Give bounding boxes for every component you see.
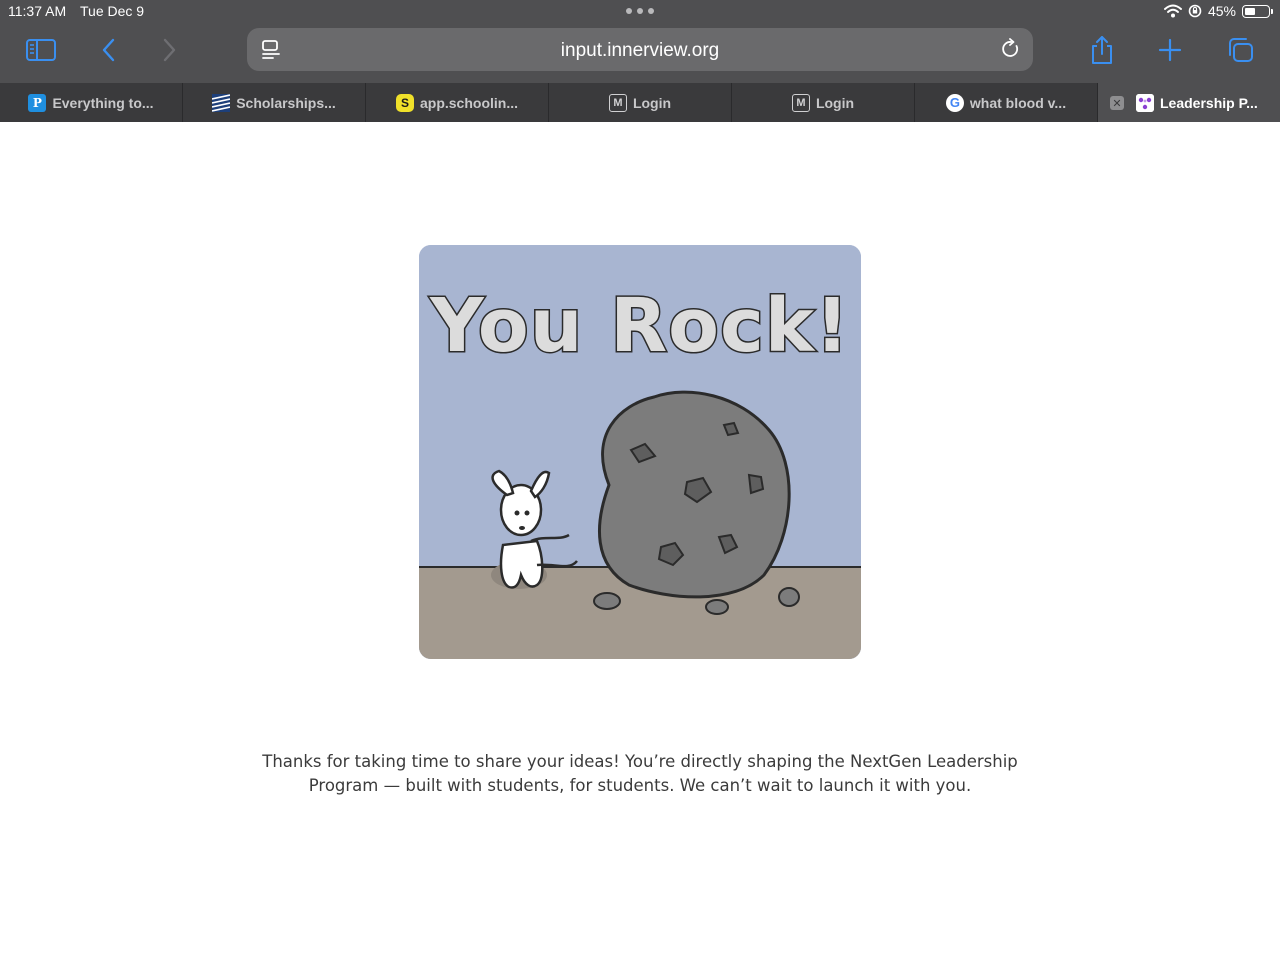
- tab-label: Login: [815, 94, 855, 111]
- tab-bar: P Everything to... Scholarships... S app…: [0, 83, 1280, 122]
- m-icon: M: [791, 93, 810, 112]
- browser-toolbar: input.innerview.org: [0, 24, 1280, 83]
- tab-leadership[interactable]: ✕ Leadership P...: [1098, 83, 1280, 122]
- url-text[interactable]: input.innerview.org: [247, 40, 1033, 62]
- you-rock-illustration: You Rock!: [419, 245, 861, 659]
- sidebar-toggle-icon[interactable]: [21, 34, 61, 66]
- thank-you-message: Thanks for taking time to share your ide…: [262, 752, 1018, 795]
- wifi-icon: [1163, 4, 1182, 18]
- new-tab-button[interactable]: [1150, 34, 1190, 66]
- tab-label: Leadership P...: [1160, 94, 1258, 111]
- back-button[interactable]: [88, 34, 128, 66]
- plus-icon: [1158, 38, 1182, 62]
- close-tab-icon[interactable]: ✕: [1110, 96, 1124, 110]
- you-rock-lettering: You Rock!: [429, 283, 850, 369]
- share-button[interactable]: [1082, 34, 1122, 66]
- reload-icon[interactable]: [1001, 38, 1021, 60]
- chevron-right-icon: [163, 38, 176, 62]
- share-icon: [1092, 36, 1112, 64]
- multitasking-dots-icon[interactable]: [626, 8, 654, 14]
- tab-label: Everything to...: [52, 94, 154, 111]
- address-bar[interactable]: input.innerview.org: [247, 28, 1033, 71]
- status-indicators: 45%: [1163, 3, 1273, 19]
- tab-label: Scholarships...: [236, 94, 336, 111]
- tab-label: app.schoolin...: [419, 94, 518, 111]
- tabs-icon: [1229, 38, 1253, 62]
- tab-login-2[interactable]: M Login: [732, 83, 915, 122]
- battery-percent: 45%: [1207, 3, 1236, 19]
- leadership-icon: [1136, 93, 1154, 112]
- chevron-left-icon: [102, 38, 115, 62]
- schoolinks-icon: S: [395, 93, 414, 112]
- status-bar: 11:37 AM Tue Dec 9 45%: [0, 0, 1280, 24]
- tab-scholarships[interactable]: Scholarships...: [183, 83, 366, 122]
- m-icon: M: [608, 93, 627, 112]
- tab-label: what blood v...: [969, 94, 1067, 111]
- p-icon: P: [28, 93, 47, 112]
- forward-button[interactable]: [150, 34, 190, 66]
- google-icon: G: [945, 93, 964, 112]
- stripes-icon: [212, 93, 231, 112]
- tab-what-blood[interactable]: G what blood v...: [915, 83, 1098, 122]
- status-date: Tue Dec 9: [80, 3, 145, 19]
- tab-overview-button[interactable]: [1220, 34, 1260, 66]
- tab-login-1[interactable]: M Login: [549, 83, 732, 122]
- tab-label: Login: [632, 94, 672, 111]
- battery-icon: [1242, 4, 1273, 18]
- page-content: You Rock! Thanks for taking time to shar…: [0, 122, 1280, 960]
- rotation-lock-icon: [1188, 4, 1202, 18]
- tab-schoolinks[interactable]: S app.schoolin...: [366, 83, 549, 122]
- tab-everything[interactable]: P Everything to...: [0, 83, 183, 122]
- status-time: 11:37 AM: [8, 3, 67, 19]
